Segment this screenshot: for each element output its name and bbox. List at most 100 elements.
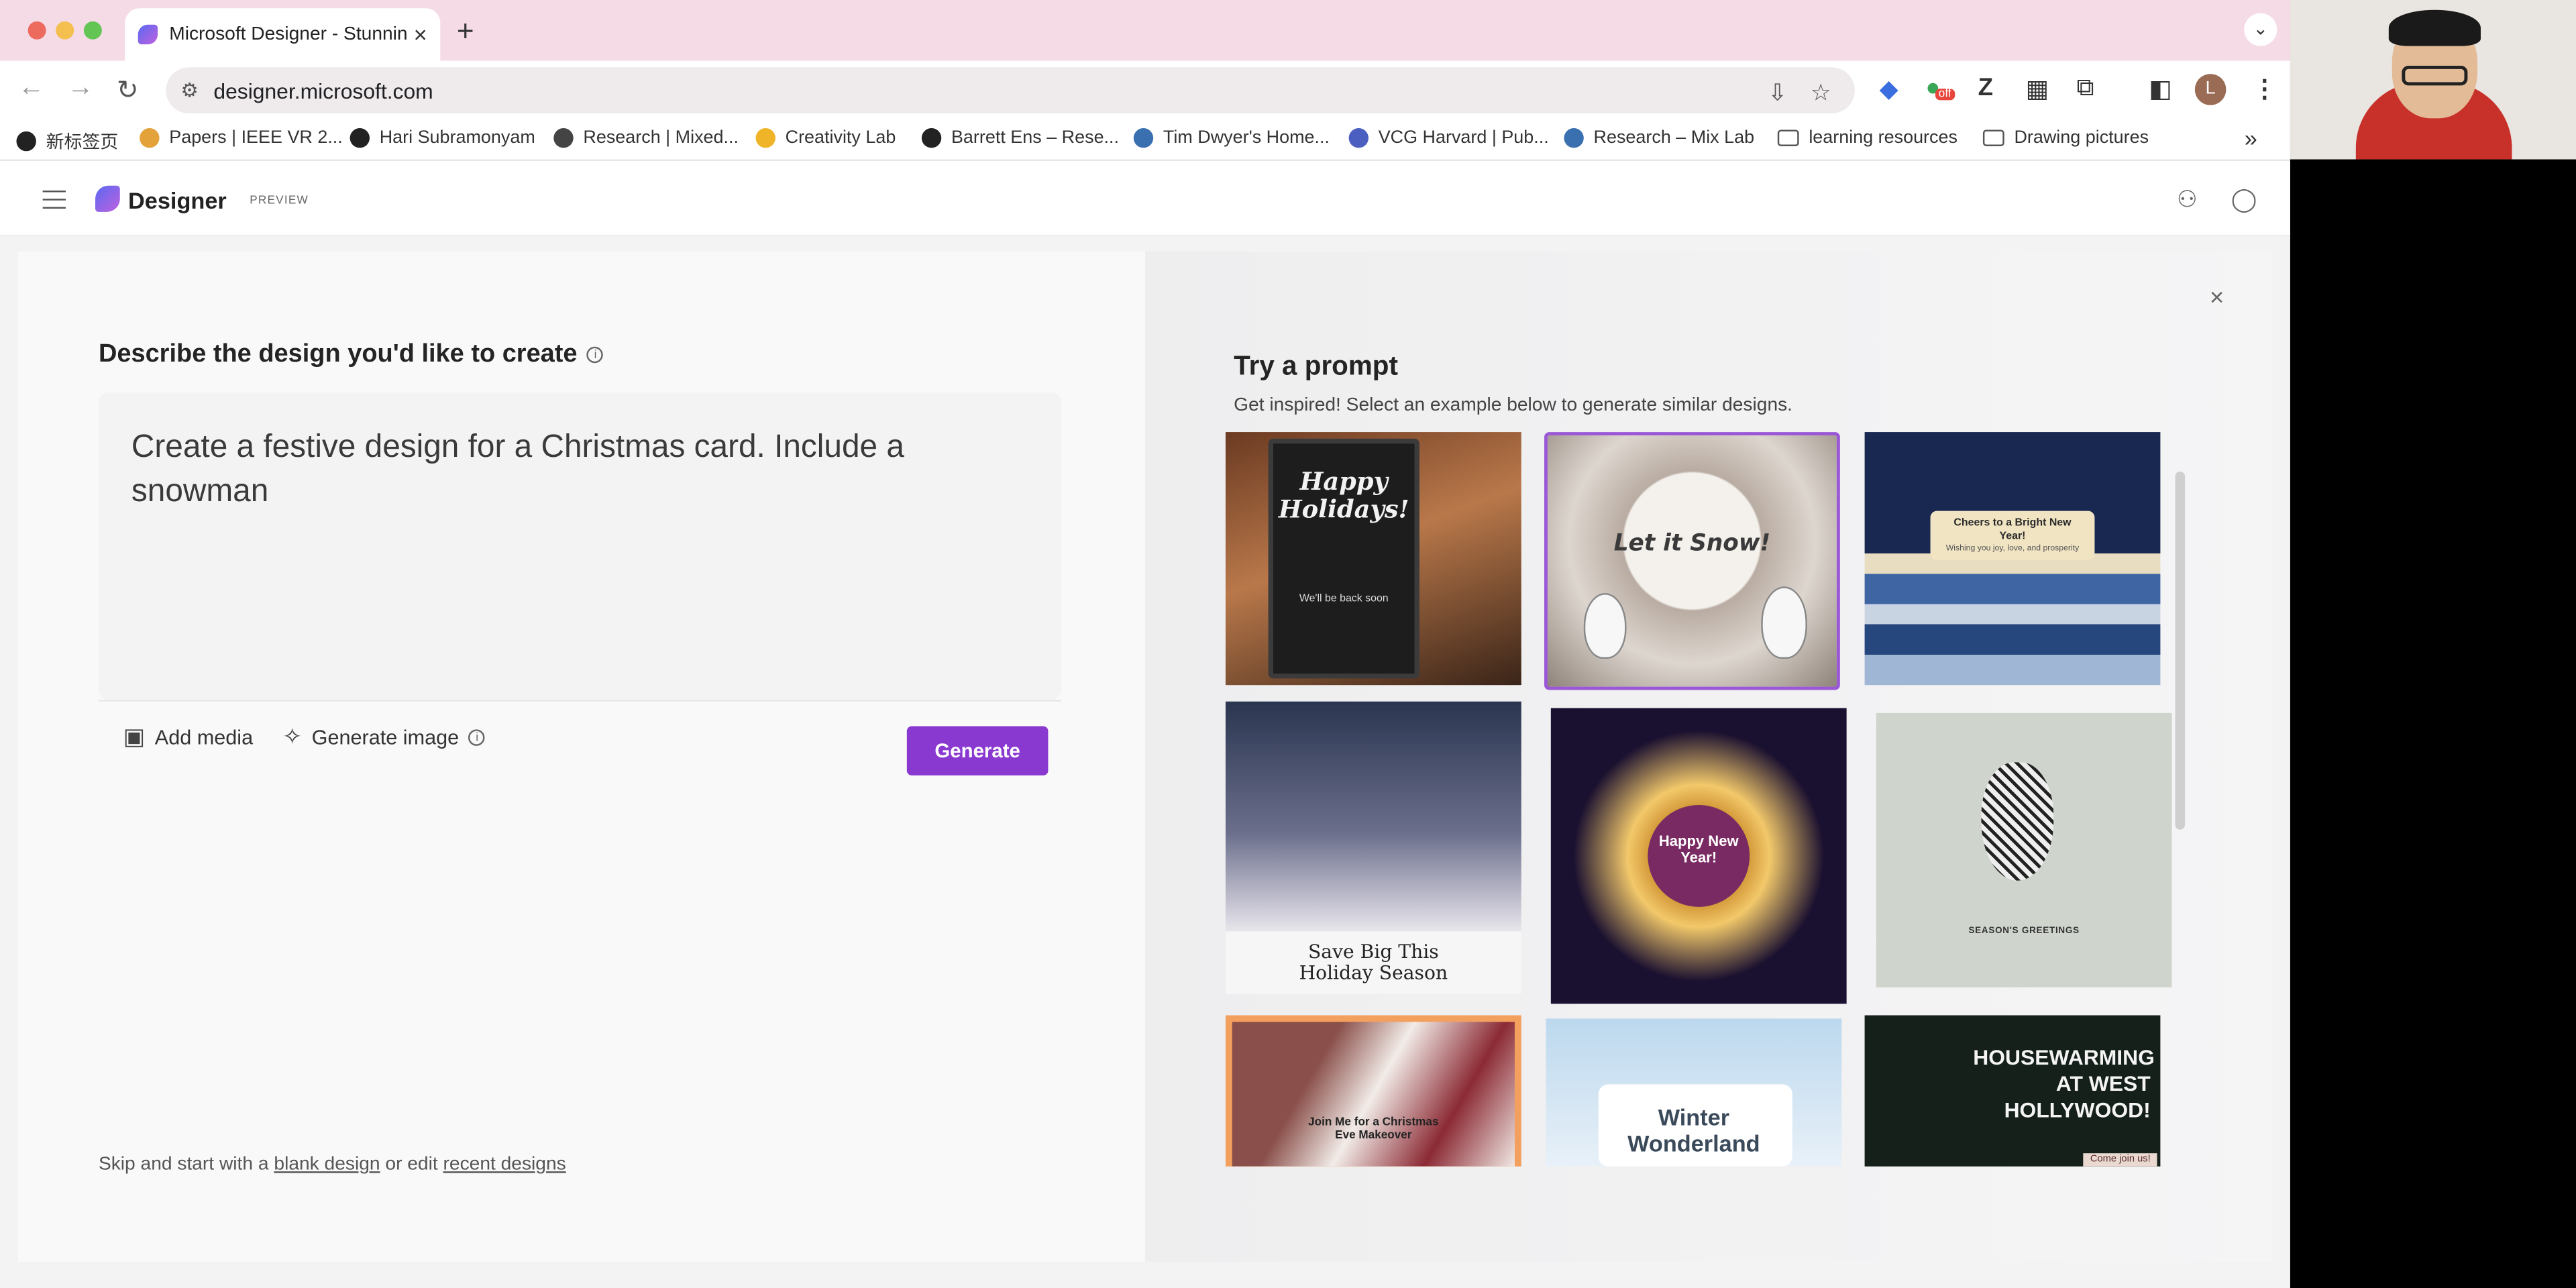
browser-window: Microsoft Designer - Stunnin × + ⌄ ← → ↻… — [0, 0, 2290, 1288]
bookmark-item[interactable]: 新标签页 — [16, 128, 118, 154]
card-text: Save Big This Holiday Season — [1299, 939, 1448, 984]
chevron-down-icon[interactable]: ⌄ — [2244, 13, 2277, 46]
address-bar[interactable]: ⚙ designer.microsoft.com ⇩ ☆ — [166, 67, 1855, 113]
card-subtext: We'll be back soon — [1299, 593, 1389, 605]
prompt-input[interactable]: Create a festive design for a Christmas … — [98, 392, 1062, 700]
example-card-cheers-new-year[interactable]: Cheers to a Bright New Year! Wishing you… — [1864, 432, 2161, 686]
pinecone-shape — [1981, 762, 2054, 881]
card-text: Join Me for a Christmas Eve Makeover — [1308, 1117, 1439, 1142]
example-card-save-big[interactable]: Save Big This Holiday Season — [1225, 701, 1521, 994]
example-card-let-it-snow[interactable]: Let it Snow! — [1544, 432, 1840, 690]
url-text: designer.microsoft.com — [213, 78, 433, 103]
folder-icon — [1777, 129, 1799, 146]
extensions-puzzle-icon[interactable]: ⧉ — [2077, 74, 2094, 102]
generate-image-button[interactable]: ✧ Generate image i — [282, 722, 486, 751]
glasses-shape — [2402, 65, 2468, 86]
bookmark-item[interactable]: Research | Mixed... — [553, 128, 739, 148]
back-arrow-icon[interactable]: ← — [18, 74, 44, 103]
bookmarks-bar: 新标签页 Papers | IEEE VR 2... Hari Subramon… — [0, 118, 2290, 162]
app-brand[interactable]: Designer — [128, 187, 227, 213]
close-window-button[interactable] — [28, 21, 46, 40]
card-text: Let it Snow! — [1613, 531, 1771, 557]
try-prompt-heading: Try a prompt — [1234, 352, 1398, 382]
bookmark-item[interactable]: Hari Subramonyam — [350, 128, 535, 148]
generate-button[interactable]: Generate — [906, 726, 1049, 775]
example-card-happy-new-year[interactable]: Happy New Year! — [1550, 708, 1847, 1004]
forward-arrow-icon[interactable]: → — [67, 74, 93, 103]
recent-designs-link[interactable]: recent designs — [443, 1155, 566, 1175]
app-header: Designer PREVIEW ⚇ ◯ — [0, 162, 2290, 237]
minimize-window-button[interactable] — [56, 21, 74, 40]
example-card-winter-wonderland[interactable]: Winter Wonderland — [1546, 1018, 1842, 1167]
ieee-icon — [140, 128, 160, 148]
designer-favicon-icon — [138, 24, 158, 45]
tab-close-icon[interactable]: × — [414, 21, 427, 48]
webcam-overlay — [2290, 0, 2576, 160]
snowman-shape — [1583, 593, 1627, 659]
info-icon[interactable]: i — [468, 729, 486, 745]
share-people-icon[interactable]: ⚇ — [2177, 186, 2198, 214]
emoji-icon — [755, 128, 775, 148]
site-info-icon[interactable]: ⚙ — [180, 79, 198, 102]
folder-icon — [1982, 129, 2004, 146]
hamburger-menu-icon[interactable] — [42, 191, 66, 209]
skip-text: Skip and start with a blank design or ed… — [98, 1155, 566, 1175]
snowman-shape — [1761, 586, 1807, 659]
bookmark-folder[interactable]: learning resources — [1777, 128, 1957, 148]
info-icon[interactable]: i — [587, 346, 604, 364]
bookmark-folder[interactable]: Drawing pictures — [1982, 128, 2149, 148]
card-text: Cheers to a Bright New Year! — [1953, 517, 2072, 543]
new-tab-button[interactable]: + — [457, 15, 474, 49]
card-text: Happy Holidays! — [1278, 466, 1409, 525]
wordpress-icon — [1133, 128, 1154, 148]
scrollbar[interactable] — [2175, 471, 2186, 830]
preview-badge: PREVIEW — [250, 195, 309, 207]
profile-avatar[interactable]: L — [2194, 74, 2226, 105]
tab-bar: Microsoft Designer - Stunnin × + ⌄ — [0, 0, 2290, 61]
card-subtext: Wishing you joy, love, and prosperity — [1945, 543, 2080, 554]
sparkle-icon: ✧ — [282, 722, 302, 749]
bookmark-item[interactable]: VCG Harvard | Pub... — [1348, 128, 1549, 148]
bookmark-item[interactable]: Papers | IEEE VR 2... — [140, 128, 343, 148]
bookmarks-more-button[interactable]: » — [2245, 125, 2257, 151]
bookmark-item[interactable]: Creativity Lab — [755, 128, 896, 148]
card-text: SEASON'S GREETINGS — [1968, 926, 2080, 936]
example-card-happy-holidays[interactable]: Happy Holidays! We'll be back soon — [1225, 432, 1521, 686]
install-app-icon[interactable]: ⇩ — [1768, 79, 1787, 107]
reload-icon[interactable]: ↻ — [117, 74, 139, 107]
account-icon[interactable]: ◯ — [2231, 186, 2257, 214]
extension-z-icon[interactable]: Z — [1978, 74, 1993, 102]
add-media-button[interactable]: ▣ Add media — [123, 723, 253, 751]
blank-design-link[interactable]: blank design — [274, 1155, 380, 1175]
example-card-seasons-greetings[interactable]: SEASON'S GREETINGS — [1876, 712, 2172, 987]
extension-diamond-icon[interactable]: ◆ — [1880, 74, 1898, 104]
designer-logo-icon — [95, 185, 120, 212]
close-icon[interactable]: × — [2210, 284, 2224, 313]
inspiration-panel: × Try a prompt Get inspired! Select an e… — [1144, 251, 2272, 1262]
person-hair-shape — [2388, 9, 2481, 46]
image-add-icon: ▣ — [123, 722, 146, 749]
extension-off-badge: off — [1935, 89, 1955, 101]
card-subtext: Come join us! — [2084, 1153, 2157, 1167]
tab-title: Microsoft Designer - Stunnin — [169, 24, 407, 45]
card-text: Winter Wonderland — [1627, 1104, 1760, 1157]
tab-designer[interactable]: Microsoft Designer - Stunnin × — [125, 8, 441, 61]
maximize-window-button[interactable] — [83, 21, 102, 40]
bookmark-star-icon[interactable]: ☆ — [1811, 79, 1831, 107]
wordpress-icon — [1564, 128, 1584, 148]
bookmark-item[interactable]: Tim Dwyer's Home... — [1133, 128, 1330, 148]
extension-grid-icon[interactable]: ▦ — [2026, 74, 2049, 104]
try-prompt-subtitle: Get inspired! Select an example below to… — [1234, 396, 1793, 416]
card-text: Happy New Year! — [1658, 833, 1739, 866]
example-card-makeover[interactable]: Join Me for a Christmas Eve Makeover — [1225, 1015, 1521, 1167]
side-panel-icon[interactable]: ◧ — [2149, 74, 2172, 104]
vcg-icon — [1348, 128, 1369, 148]
card-photo — [1232, 1022, 1515, 1167]
browser-menu-icon[interactable]: ⋮ — [2253, 74, 2277, 104]
research-icon — [553, 128, 574, 148]
bookmark-item[interactable]: Barrett Ens – Rese... — [921, 128, 1119, 148]
create-heading: Describe the design you'd like to create… — [99, 340, 604, 370]
globe-icon — [921, 128, 942, 148]
bookmark-item[interactable]: Research – Mix Lab — [1564, 128, 1754, 148]
example-card-housewarming[interactable]: HOUSEWARMING AT WEST HOLLYWOOD! Come joi… — [1864, 1015, 2161, 1167]
